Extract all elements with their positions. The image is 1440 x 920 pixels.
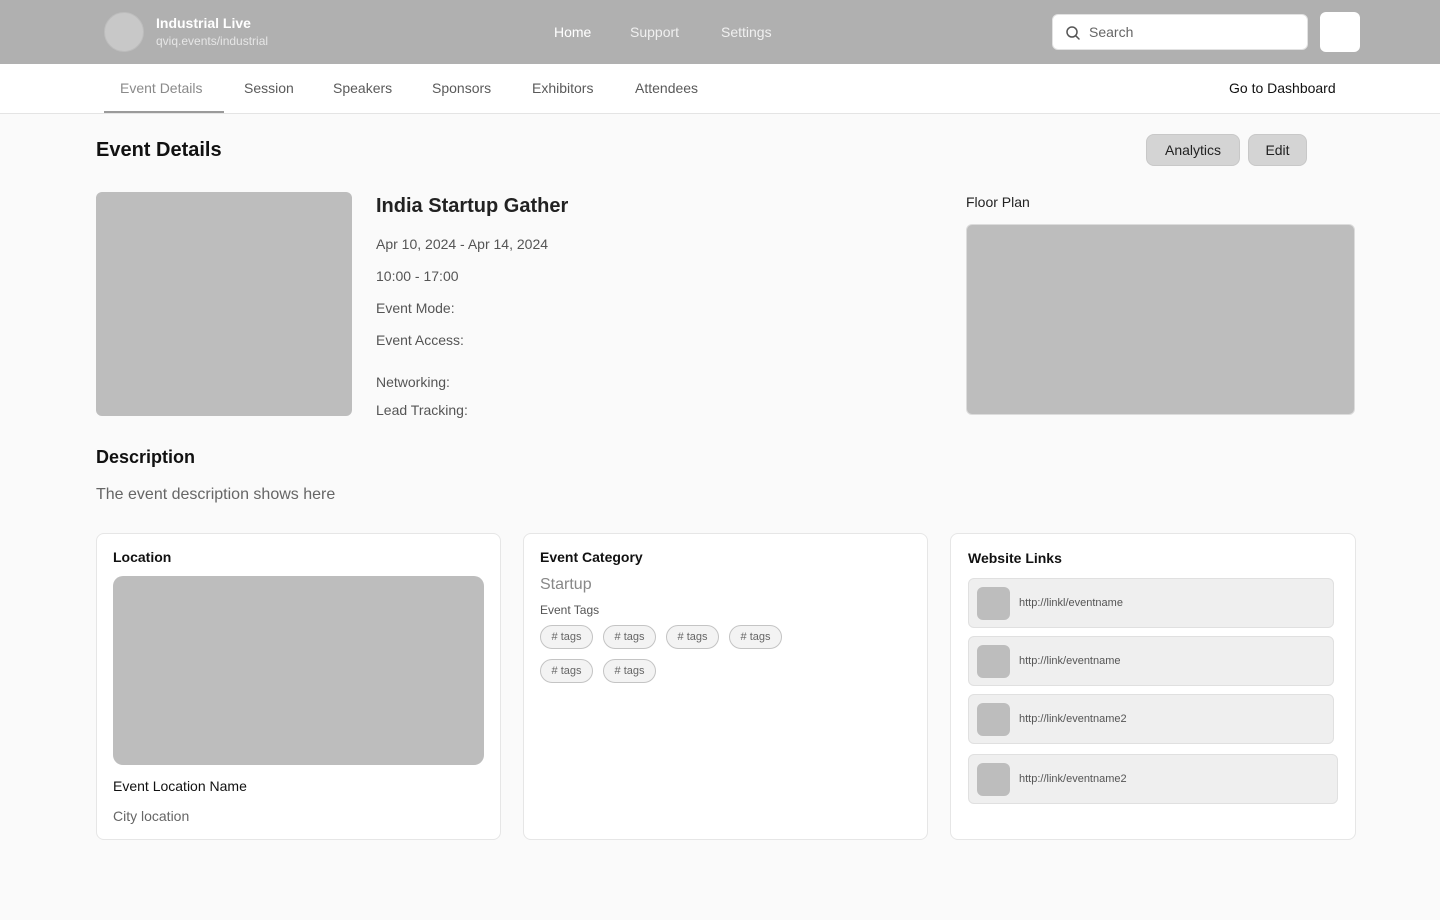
tab-sponsors[interactable]: Sponsors — [432, 80, 491, 96]
event-category-value: Startup — [540, 576, 592, 593]
description-text: The event description shows here — [96, 486, 336, 503]
tag-chip[interactable]: # tags — [603, 659, 656, 683]
search-box[interactable] — [1052, 14, 1308, 50]
profile-button[interactable] — [1320, 12, 1360, 52]
event-mode-label: Event Mode: — [376, 300, 455, 316]
nav-home[interactable]: Home — [554, 24, 591, 40]
event-name: India Startup Gather — [376, 195, 569, 217]
website-link-url[interactable]: http://linkl/eventname — [1019, 597, 1123, 609]
event-cover-image — [96, 192, 352, 416]
location-map[interactable] — [113, 576, 484, 765]
website-link-url[interactable]: http://link/eventname2 — [1019, 773, 1127, 785]
location-name: Event Location Name — [113, 778, 247, 794]
website-link-row[interactable]: http://link/eventname — [968, 636, 1334, 686]
description-title: Description — [96, 447, 196, 467]
brand-url: qviq.events/industrial — [156, 34, 269, 48]
link-icon — [977, 645, 1010, 678]
location-city: City location — [113, 808, 190, 824]
tab-speakers[interactable]: Speakers — [333, 80, 392, 96]
event-access-label: Event Access: — [376, 332, 464, 348]
link-icon — [977, 763, 1010, 796]
website-links-card: Website Links http://linkl/eventname htt… — [950, 533, 1356, 840]
networking-label: Networking: — [376, 374, 450, 390]
website-link-row[interactable]: http://linkl/eventname — [968, 578, 1334, 628]
tab-event-details[interactable]: Event Details — [120, 80, 202, 96]
tag-chip[interactable]: # tags — [666, 625, 719, 649]
search-icon — [1066, 26, 1080, 40]
tag-chip[interactable]: # tags — [540, 659, 593, 683]
tag-chip[interactable]: # tags — [603, 625, 656, 649]
active-tab-indicator — [104, 111, 224, 113]
tab-exhibitors[interactable]: Exhibitors — [532, 80, 593, 96]
tag-chip[interactable]: # tags — [540, 625, 593, 649]
analytics-button[interactable]: Analytics — [1146, 134, 1240, 166]
website-link-row[interactable]: http://link/eventname2 — [968, 754, 1338, 804]
tab-attendees[interactable]: Attendees — [635, 80, 698, 96]
link-icon — [977, 703, 1010, 736]
website-links-title: Website Links — [968, 550, 1062, 566]
floor-plan-label: Floor Plan — [966, 194, 1030, 210]
event-time: 10:00 - 17:00 — [376, 268, 459, 284]
tab-bar: Event Details Session Speakers Sponsors … — [0, 64, 1440, 114]
nav-settings[interactable]: Settings — [721, 24, 772, 40]
website-link-url[interactable]: http://link/eventname — [1019, 655, 1121, 667]
page-title: Event Details — [96, 139, 222, 161]
link-icon — [977, 587, 1010, 620]
floor-plan-image[interactable] — [966, 224, 1355, 415]
event-category-title: Event Category — [540, 549, 643, 565]
event-category-card: Event Category Startup Event Tags # tags… — [523, 533, 928, 840]
top-bar: Industrial Live qviq.events/industrial H… — [0, 0, 1440, 64]
edit-button[interactable]: Edit — [1248, 134, 1307, 166]
website-link-row[interactable]: http://link/eventname2 — [968, 694, 1334, 744]
location-title: Location — [113, 549, 172, 565]
go-to-dashboard-link[interactable]: Go to Dashboard — [1229, 80, 1336, 96]
lead-tracking-label: Lead Tracking: — [376, 402, 468, 418]
search-input[interactable] — [1089, 15, 1299, 49]
location-card: Location Event Location Name City locati… — [96, 533, 501, 840]
tab-session[interactable]: Session — [244, 80, 294, 96]
website-link-url[interactable]: http://link/eventname2 — [1019, 713, 1127, 725]
event-dates: Apr 10, 2024 - Apr 14, 2024 — [376, 236, 549, 252]
brand-title: Industrial Live — [156, 15, 251, 31]
brand-avatar[interactable] — [104, 12, 144, 52]
nav-support[interactable]: Support — [630, 24, 679, 40]
event-tags-label: Event Tags — [540, 603, 600, 617]
tag-chip[interactable]: # tags — [729, 625, 782, 649]
